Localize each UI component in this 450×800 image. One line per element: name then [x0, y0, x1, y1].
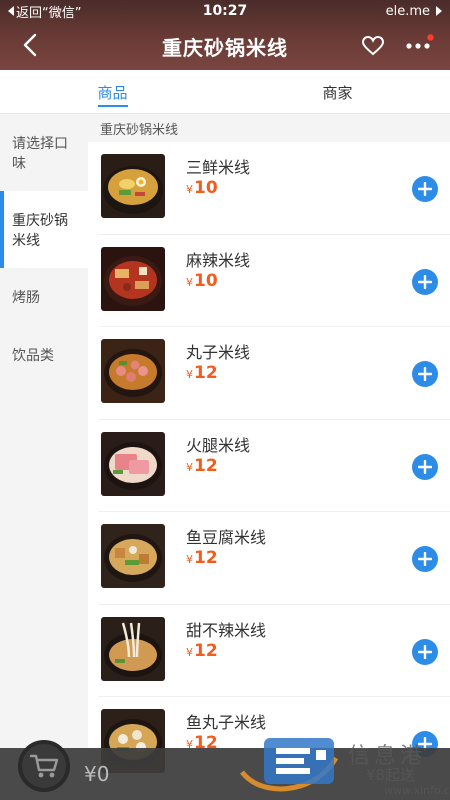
forward-triangle-icon	[436, 6, 442, 16]
sidebar-item-sausage[interactable]: 烤肠	[0, 268, 88, 326]
min-order-label: ¥8起送	[366, 766, 416, 784]
list-item[interactable]: 甜不辣米线 ¥12	[98, 605, 450, 697]
plus-icon	[418, 459, 432, 474]
add-to-cart-button[interactable]	[412, 546, 438, 572]
dish-photo	[101, 339, 165, 403]
dish-name: 火腿米线	[186, 435, 251, 455]
dish-name: 鱼豆腐米线	[186, 528, 267, 547]
status-bar: 返回“微信” 10:27 ele.me	[0, 0, 450, 22]
dish-photo	[101, 616, 165, 681]
notification-dot	[427, 34, 434, 41]
add-to-cart-button[interactable]	[412, 268, 438, 295]
tab-products[interactable]: 商品	[0, 70, 225, 113]
list-item[interactable]: 火腿米线 ¥12	[98, 420, 450, 512]
dish-price: ¥10	[186, 270, 218, 291]
chevron-left-icon[interactable]	[18, 32, 44, 58]
add-to-cart-button[interactable]	[412, 453, 438, 480]
list-item[interactable]: 丸子米线 ¥12	[98, 327, 450, 420]
sidebar-item-chongqing-noodles[interactable]: 重庆砂锅米线	[0, 191, 88, 268]
dish-price: ¥10	[186, 178, 218, 198]
dish-price: ¥12	[186, 455, 218, 476]
cart-total: ¥0	[84, 762, 110, 786]
cart-icon	[29, 754, 59, 778]
back-to-wechat[interactable]: 返回“微信”	[8, 2, 81, 21]
plus-icon	[418, 274, 432, 289]
heart-icon[interactable]	[362, 36, 384, 56]
list-item[interactable]: 鱼豆腐米线 ¥12	[98, 512, 450, 605]
plus-icon	[418, 182, 432, 196]
plus-icon	[418, 367, 432, 381]
section-title: 重庆砂锅米线	[88, 114, 450, 142]
add-to-cart-button[interactable]	[412, 176, 438, 202]
dish-name: 丸子米线	[186, 343, 251, 362]
plus-icon	[418, 644, 432, 659]
dish-photo	[101, 524, 165, 588]
dish-price: ¥12	[186, 363, 218, 383]
dish-price: ¥12	[186, 548, 218, 568]
sidebar-item-choose-flavor[interactable]: 请选择口味	[0, 114, 88, 191]
back-triangle-icon	[8, 6, 14, 16]
dish-name: 甜不辣米线	[186, 620, 267, 640]
dish-photo	[101, 431, 165, 496]
more-dots-icon[interactable]	[404, 34, 434, 58]
dish-photo	[101, 246, 165, 311]
list-item[interactable]: 麻辣米线 ¥10	[98, 235, 450, 327]
plus-icon	[418, 552, 432, 566]
tab-bar: 商品 商家	[0, 70, 450, 114]
list-item[interactable]: 三鲜米线 ¥10	[98, 142, 450, 235]
status-right: ele.me	[386, 4, 442, 19]
add-to-cart-button[interactable]	[412, 361, 438, 387]
add-to-cart-button[interactable]	[412, 638, 438, 665]
back-to-wechat-label: 返回“微信”	[16, 5, 82, 21]
cart-button[interactable]	[18, 740, 70, 792]
carrier-label: ele.me	[385, 3, 430, 19]
watermark-url: www.xinfo.cc	[384, 784, 450, 797]
page-title: 重庆砂锅米线	[162, 35, 288, 60]
category-sidebar: 请选择口味 重庆砂锅米线 烤肠 饮品类	[0, 114, 88, 800]
dish-list: 重庆砂锅米线 三鲜米线 ¥10 麻辣米线 ¥10 丸子米线 ¥12 火腿米线 ¥…	[88, 114, 450, 800]
dish-photo	[101, 154, 165, 218]
tab-merchant[interactable]: 商家	[225, 70, 450, 113]
navbar: 重庆砂锅米线	[0, 22, 450, 70]
dish-price: ¥12	[186, 640, 218, 661]
sidebar-item-drinks[interactable]: 饮品类	[0, 326, 88, 384]
dish-name: 麻辣米线	[186, 250, 251, 270]
app-header: 返回“微信” 10:27 ele.me 重庆砂锅米线	[0, 0, 450, 70]
dish-name: 三鲜米线	[186, 158, 251, 177]
